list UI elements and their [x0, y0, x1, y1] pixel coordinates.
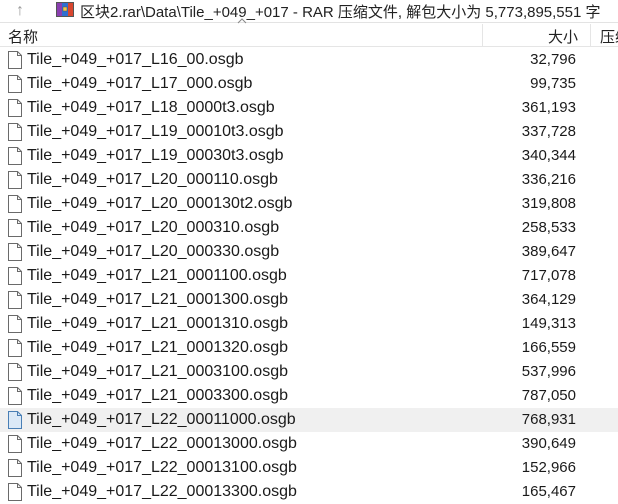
column-divider[interactable] [482, 24, 483, 46]
file-name: Tile_+049_+017_L16_00.osgb [27, 51, 244, 68]
file-row[interactable]: Tile_+049_+017_L22_00013000.osgb 390,649 [0, 432, 618, 456]
file-row[interactable]: Tile_+049_+017_L21_0003100.osgb 537,996 [0, 360, 618, 384]
file-icon [8, 315, 22, 333]
up-folder-button[interactable]: ↑ [0, 0, 40, 22]
file-name: Tile_+049_+017_L19_00030t3.osgb [27, 147, 284, 164]
file-name: Tile_+049_+017_L21_0001100.osgb [27, 267, 287, 284]
file-icon [8, 483, 22, 501]
file-name: Tile_+049_+017_L22_00013300.osgb [27, 483, 297, 500]
file-row[interactable]: Tile_+049_+017_L22_00013100.osgb 152,966 [0, 456, 618, 480]
file-row[interactable]: Tile_+049_+017_L17_000.osgb 99,735 [0, 72, 618, 96]
sort-ascending-icon [237, 18, 247, 24]
column-packed-header[interactable]: 压缩 [600, 26, 618, 47]
file-row[interactable]: Tile_+049_+017_L18_0000t3.osgb 361,193 [0, 96, 618, 120]
file-icon [8, 291, 22, 309]
file-name: Tile_+049_+017_L22_00013100.osgb [27, 459, 297, 476]
file-size: 390,649 [521, 435, 576, 452]
file-size: 717,078 [521, 267, 576, 284]
file-name: Tile_+049_+017_L21_0003100.osgb [27, 363, 288, 380]
file-icon [8, 51, 22, 69]
file-row[interactable]: Tile_+049_+017_L20_000310.osgb 258,533 [0, 216, 618, 240]
file-row[interactable]: Tile_+049_+017_L21_0001320.osgb 166,559 [0, 336, 618, 360]
file-icon [8, 75, 22, 93]
file-row[interactable]: Tile_+049_+017_L19_00030t3.osgb 340,344 [0, 144, 618, 168]
file-size: 165,467 [521, 483, 576, 500]
file-name: Tile_+049_+017_L17_000.osgb [27, 75, 253, 92]
file-row[interactable]: Tile_+049_+017_L20_000110.osgb 336,216 [0, 168, 618, 192]
file-name: Tile_+049_+017_L20_000310.osgb [27, 219, 280, 236]
file-name: Tile_+049_+017_L19_00010t3.osgb [27, 123, 284, 140]
file-row[interactable]: Tile_+049_+017_L19_00010t3.osgb 337,728 [0, 120, 618, 144]
file-icon [8, 123, 22, 141]
file-row[interactable]: Tile_+049_+017_L21_0003300.osgb 787,050 [0, 384, 618, 408]
column-header: 名称 大小 压缩 [0, 24, 618, 47]
file-list[interactable]: Tile_+049_+017_L16_00.osgb 32,796 Tile_+04… [0, 48, 618, 504]
file-name: Tile_+049_+017_L22_00013000.osgb [27, 435, 297, 452]
file-size: 166,559 [521, 339, 576, 356]
file-size: 768,931 [521, 411, 576, 428]
file-icon [8, 387, 22, 405]
file-size: 364,129 [521, 291, 576, 308]
column-name-header[interactable]: 名称 [8, 26, 38, 47]
file-row[interactable]: Tile_+049_+017_L21_0001300.osgb 364,129 [0, 288, 618, 312]
file-size: 149,313 [521, 315, 576, 332]
file-row[interactable]: Tile_+049_+017_L22_00013300.osgb 165,467 [0, 480, 618, 504]
file-name: Tile_+049_+017_L21_0003300.osgb [27, 387, 288, 404]
file-icon [8, 411, 22, 429]
file-size: 32,796 [530, 51, 576, 68]
file-icon [8, 171, 22, 189]
file-name: Tile_+049_+017_L21_0001300.osgb [27, 291, 288, 308]
file-name: Tile_+049_+017_L18_0000t3.osgb [27, 99, 275, 116]
file-size: 361,193 [521, 99, 576, 116]
file-size: 337,728 [521, 123, 576, 140]
file-icon [8, 195, 22, 213]
file-row[interactable]: Tile_+049_+017_L20_000130t2.osgb 319,808 [0, 192, 618, 216]
column-divider[interactable] [590, 24, 591, 46]
file-icon [8, 219, 22, 237]
file-row[interactable]: Tile_+049_+017_L16_00.osgb 32,796 [0, 48, 618, 72]
up-arrow-icon: ↑ [16, 2, 24, 19]
file-row[interactable]: Tile_+049_+017_L21_0001310.osgb 149,313 [0, 312, 618, 336]
file-name: Tile_+049_+017_L20_000130t2.osgb [27, 195, 293, 212]
rar-archive-icon [56, 2, 74, 17]
file-row[interactable]: Tile_+049_+017_L21_0001100.osgb 717,078 [0, 264, 618, 288]
file-icon [8, 459, 22, 477]
file-name: Tile_+049_+017_L20_000110.osgb [27, 171, 278, 188]
file-size: 389,647 [521, 243, 576, 260]
file-row[interactable]: Tile_+049_+017_L20_000330.osgb 389,647 [0, 240, 618, 264]
file-size: 99,735 [530, 75, 576, 92]
file-icon [8, 99, 22, 117]
file-icon [8, 339, 22, 357]
file-size: 787,050 [521, 387, 576, 404]
file-size: 319,808 [521, 195, 576, 212]
address-bar[interactable]: ↑ 区块2.rar\Data\Tile_+049_+017 - RAR 压缩文件… [0, 0, 618, 23]
column-size-header[interactable]: 大小 [482, 26, 578, 47]
file-name: Tile_+049_+017_L21_0001310.osgb [27, 315, 288, 332]
file-name: Tile_+049_+017_L22_00011000.osgb [27, 411, 296, 428]
file-name: Tile_+049_+017_L21_0001320.osgb [27, 339, 288, 356]
file-size: 258,533 [521, 219, 576, 236]
file-icon [8, 435, 22, 453]
file-icon [8, 243, 22, 261]
file-icon [8, 267, 22, 285]
file-size: 537,996 [521, 363, 576, 380]
file-size: 340,344 [521, 147, 576, 164]
file-icon [8, 147, 22, 165]
file-name: Tile_+049_+017_L20_000330.osgb [27, 243, 280, 260]
file-icon [8, 363, 22, 381]
archive-path: 区块2.rar\Data\Tile_+049_+017 - RAR 压缩文件, … [80, 4, 601, 21]
file-row[interactable]: Tile_+049_+017_L22_00011000.osgb 768,931 [0, 408, 618, 432]
file-size: 336,216 [521, 171, 576, 188]
file-size: 152,966 [521, 459, 576, 476]
